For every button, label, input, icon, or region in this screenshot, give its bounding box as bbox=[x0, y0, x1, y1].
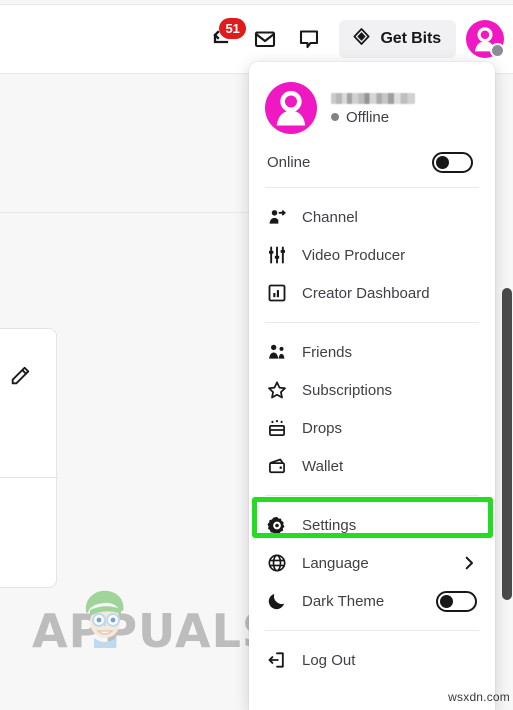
whispers-button[interactable] bbox=[287, 17, 331, 61]
sliders-icon bbox=[267, 245, 287, 265]
side-panel-card bbox=[0, 328, 58, 588]
menu-item-video-producer[interactable]: Video Producer bbox=[249, 236, 495, 274]
menu-group-preferences: Settings Language Dark Theme bbox=[249, 496, 495, 630]
menu-item-friends[interactable]: Friends bbox=[249, 333, 495, 371]
menu-item-wallet[interactable]: Wallet bbox=[249, 447, 495, 485]
menu-item-label: Settings bbox=[302, 516, 357, 534]
appuals-watermark: APPUALS bbox=[32, 590, 277, 658]
dark-theme-toggle-wrap bbox=[436, 590, 477, 612]
account-avatar-button[interactable] bbox=[466, 20, 505, 58]
chevron-right-icon bbox=[461, 555, 477, 571]
friends-icon bbox=[267, 342, 287, 362]
menu-item-settings[interactable]: Settings bbox=[249, 506, 495, 544]
menu-item-label: Log Out bbox=[302, 651, 356, 669]
online-toggle-row[interactable]: Online bbox=[249, 146, 495, 187]
menu-group-session: Log Out bbox=[249, 631, 495, 689]
status-label: Offline bbox=[346, 108, 390, 126]
menu-item-log-out[interactable]: Log Out bbox=[249, 641, 495, 679]
inbox-button[interactable] bbox=[243, 17, 287, 61]
menu-item-label: Language bbox=[302, 554, 369, 572]
menu-item-language[interactable]: Language bbox=[249, 544, 495, 582]
presence-dot bbox=[490, 43, 505, 58]
online-toggle-knob bbox=[436, 156, 449, 169]
moon-icon bbox=[267, 591, 287, 611]
menu-user-info: Offline bbox=[331, 91, 415, 126]
gear-icon bbox=[267, 515, 287, 535]
star-icon bbox=[267, 380, 287, 400]
menu-user-avatar-icon bbox=[265, 82, 317, 134]
drops-chest-icon bbox=[267, 418, 287, 438]
settings-highlight-wrapper: Settings bbox=[249, 497, 495, 544]
notifications-button[interactable]: 51 bbox=[199, 17, 246, 61]
site-watermark: wsxdn.com bbox=[448, 690, 510, 704]
account-dropdown-menu: Offline Online Channel Video Producer Cr… bbox=[249, 62, 495, 710]
menu-item-creator-dashboard[interactable]: Creator Dashboard bbox=[249, 274, 495, 312]
menu-group-creator: Channel Video Producer Creator Dashboard bbox=[249, 188, 495, 322]
username-redacted bbox=[331, 92, 415, 104]
menu-item-drops[interactable]: Drops bbox=[249, 409, 495, 447]
bar-chart-box-icon bbox=[267, 283, 287, 303]
notification-badge: 51 bbox=[219, 18, 246, 39]
online-toggle-switch[interactable] bbox=[432, 152, 473, 173]
logout-arrow-icon bbox=[267, 650, 287, 670]
bits-diamond-icon bbox=[352, 27, 371, 51]
appuals-mascot-icon bbox=[85, 590, 124, 648]
status-dot-icon bbox=[331, 113, 339, 121]
get-bits-label: Get Bits bbox=[380, 30, 441, 47]
menu-item-subscriptions[interactable]: Subscriptions bbox=[249, 371, 495, 409]
content-divider bbox=[0, 212, 250, 213]
menu-item-label: Friends bbox=[302, 343, 353, 361]
menu-user-header: Offline bbox=[249, 62, 495, 146]
online-toggle-label: Online bbox=[267, 154, 311, 171]
menu-item-label: Dark Theme bbox=[302, 592, 385, 610]
menu-item-label: Video Producer bbox=[302, 246, 406, 264]
menu-item-label: Drops bbox=[302, 419, 343, 437]
menu-group-social: Friends Subscriptions Drops Wallet bbox=[249, 323, 495, 495]
menu-item-dark-theme[interactable]: Dark Theme bbox=[249, 582, 495, 620]
wallet-icon bbox=[267, 456, 287, 476]
pencil-icon[interactable] bbox=[9, 365, 31, 392]
get-bits-button[interactable]: Get Bits bbox=[339, 20, 456, 58]
globe-icon bbox=[267, 553, 287, 573]
user-status: Offline bbox=[331, 109, 415, 126]
menu-item-label: Subscriptions bbox=[302, 381, 393, 399]
menu-item-label: Creator Dashboard bbox=[302, 284, 430, 302]
appuals-wordmark: APPUALS bbox=[32, 604, 277, 658]
dark-theme-toggle-knob bbox=[440, 594, 453, 608]
page-scrollbar-track[interactable] bbox=[500, 75, 513, 710]
menu-item-channel[interactable]: Channel bbox=[249, 198, 495, 236]
user-channel-icon bbox=[267, 207, 287, 227]
menu-item-label: Wallet bbox=[302, 457, 344, 475]
side-panel-separator bbox=[0, 477, 58, 478]
menu-item-label: Channel bbox=[302, 208, 358, 226]
page-scrollbar-thumb[interactable] bbox=[502, 288, 512, 600]
dark-theme-toggle-switch[interactable] bbox=[436, 590, 477, 612]
